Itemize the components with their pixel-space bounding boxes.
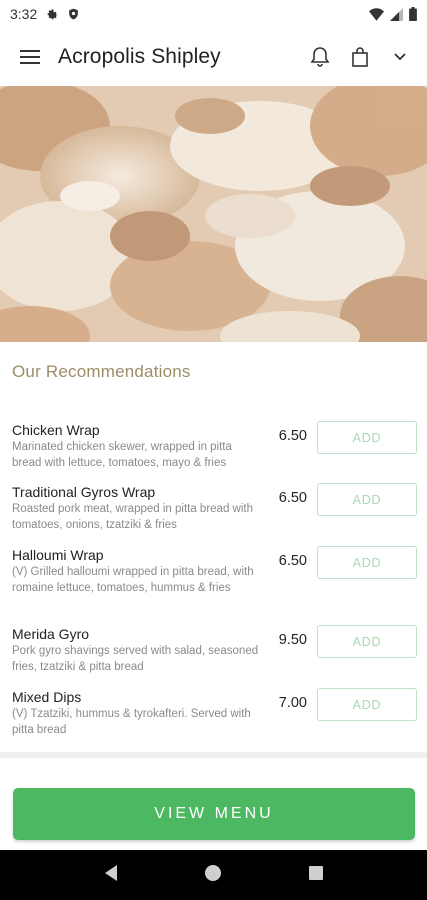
list-item[interactable]: Mixed Dips (V) Tzatziki, hummus & tyroka… [0, 685, 427, 745]
hamburger-menu-icon[interactable] [12, 39, 48, 75]
wifi-icon [369, 7, 384, 21]
add-button[interactable]: ADD [317, 421, 417, 454]
hero-image [0, 86, 427, 342]
recents-icon[interactable] [308, 865, 324, 886]
item-price: 6.50 [278, 428, 307, 444]
divider [0, 752, 427, 758]
item-description: Pork gyro shavings served with salad, se… [12, 645, 259, 673]
item-description: Roasted pork meat, wrapped in pitta brea… [12, 503, 253, 531]
home-icon[interactable] [204, 864, 222, 887]
view-menu-button[interactable]: VIEW MENU [13, 788, 415, 840]
page-title: Acropolis Shipley [58, 45, 221, 68]
system-nav-bar [0, 850, 427, 900]
signal-icon [390, 7, 403, 21]
item-price: 6.50 [278, 490, 307, 506]
shopping-bag-icon[interactable] [345, 42, 375, 72]
chevron-down-icon[interactable] [385, 42, 415, 72]
section-title: Our Recommendations [12, 362, 191, 381]
bell-icon[interactable] [305, 42, 335, 72]
item-price: 7.00 [278, 695, 307, 711]
recommendation-list: Chicken Wrap Marinated chicken skewer, w… [0, 418, 427, 745]
app-bar: Acropolis Shipley [0, 28, 427, 86]
status-bar: 3:32 [0, 0, 427, 28]
battery-icon [409, 7, 417, 21]
list-item[interactable]: Traditional Gyros Wrap Roasted pork meat… [0, 480, 427, 543]
item-description: (V) Tzatziki, hummus & tyrokafteri. Serv… [12, 708, 251, 736]
back-icon[interactable] [103, 864, 119, 887]
shield-icon [67, 7, 80, 21]
list-item[interactable]: Chicken Wrap Marinated chicken skewer, w… [0, 418, 427, 480]
add-button[interactable]: ADD [317, 688, 417, 721]
add-button[interactable]: ADD [317, 625, 417, 658]
gear-icon [45, 7, 59, 21]
add-button[interactable]: ADD [317, 483, 417, 516]
item-description: Marinated chicken skewer, wrapped in pit… [12, 441, 232, 469]
status-time: 3:32 [10, 6, 38, 22]
list-item[interactable]: Merida Gyro Pork gyro shavings served wi… [0, 622, 427, 685]
item-price: 9.50 [278, 632, 307, 648]
item-price: 6.50 [278, 553, 307, 569]
add-button[interactable]: ADD [317, 546, 417, 579]
item-description: (V) Grilled halloumi wrapped in pitta br… [12, 566, 254, 594]
list-item[interactable]: Halloumi Wrap (V) Grilled halloumi wrapp… [0, 543, 427, 622]
